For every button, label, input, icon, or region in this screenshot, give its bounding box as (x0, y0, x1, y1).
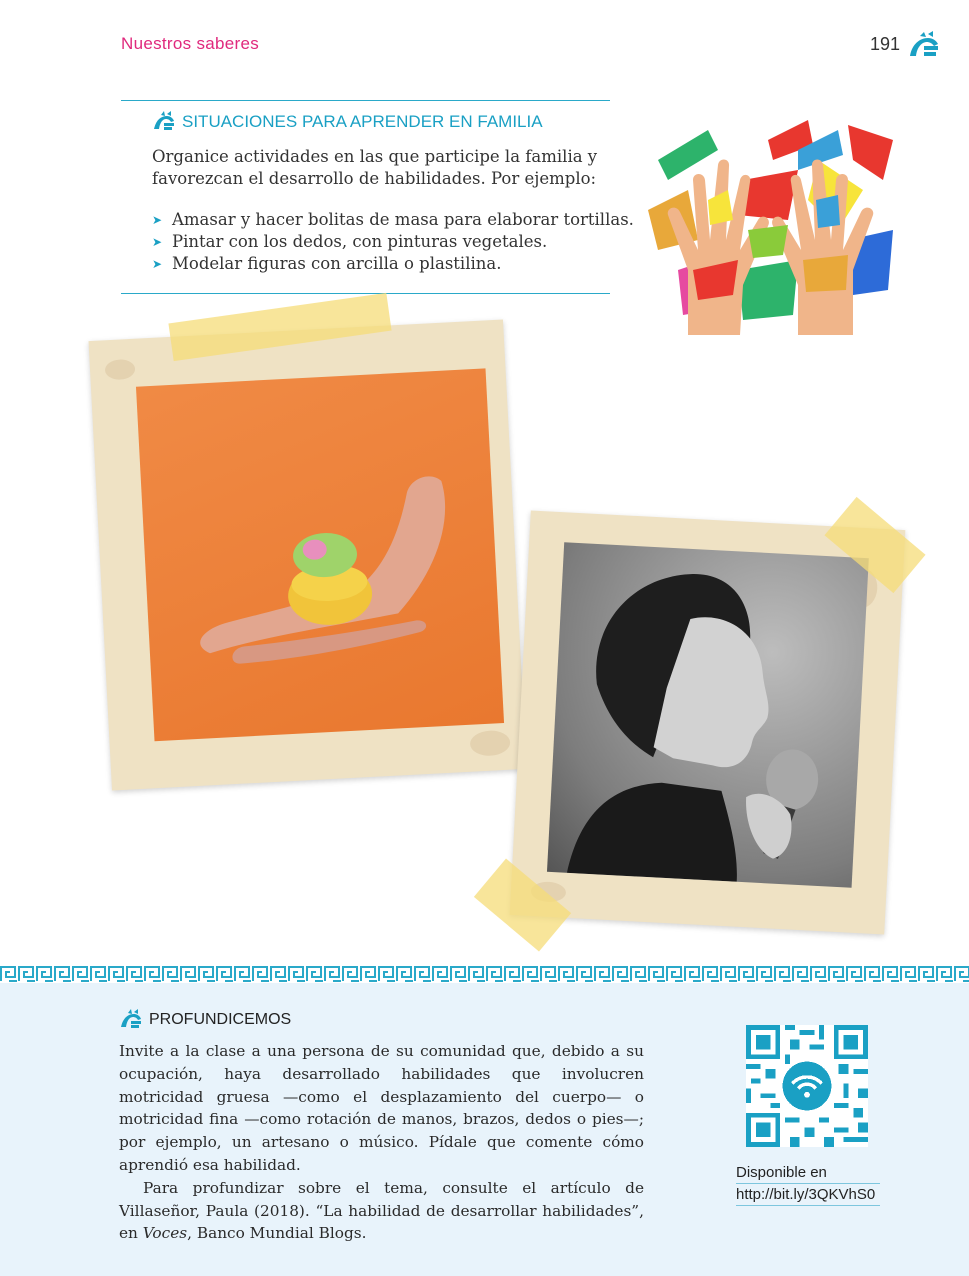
bullet-arrow-icon: ➤ (152, 257, 163, 271)
bullet-arrow-icon: ➤ (152, 235, 163, 249)
paragraph: Para profundizar sobre el tema, consulte… (119, 1177, 644, 1245)
glyph-icon (910, 31, 938, 56)
bullet-arrow-icon: ➤ (152, 213, 163, 227)
activity-list: ➤ Amasar y hacer bolitas de masa para ela… (152, 209, 634, 275)
list-item: ➤ Amasar y hacer bolitas de masa para ela… (152, 209, 634, 231)
available-label: Disponible en (736, 1162, 880, 1184)
availability-block: Disponible en http://bit.ly/3QKVhS0 (736, 1162, 880, 1206)
page-number: 191 (870, 34, 901, 54)
paragraph-text: , Banco Mundial Blogs. (187, 1224, 367, 1243)
family-box-heading-text: SITUACIONES PARA APRENDER EN FAMILIA (182, 112, 543, 131)
paragraph: Invite a la clase a una persona de su co… (119, 1042, 644, 1174)
top-rule (121, 100, 610, 101)
girl-with-microphone-image (566, 574, 819, 882)
list-item-text: Amasar y hacer bolitas de masa para elab… (172, 210, 634, 229)
painted-hands-illustration (648, 120, 893, 335)
glyph-icon (154, 111, 174, 130)
hand-with-dough-image (200, 476, 446, 664)
list-item: ➤ Modelar figuras con arcilla o plastilin… (152, 253, 634, 275)
section-title: Nuestros saberes (121, 34, 260, 53)
photo-frame (509, 510, 906, 935)
girl-with-microphone-photo (546, 542, 869, 888)
intro-line: Organice actividades en las que particip… (152, 147, 598, 166)
profundicemos-body: Invite a la clase a una persona de su co… (119, 1040, 644, 1245)
profundicemos-heading: PROFUNDICEMOS (119, 1009, 291, 1031)
frame-stain (104, 358, 136, 381)
publication-name: Voces (142, 1224, 188, 1243)
glyph-icon (121, 1009, 141, 1028)
qr-code-icon[interactable] (746, 1025, 868, 1147)
bottom-rule (121, 293, 610, 294)
family-box-heading: SITUACIONES PARA APRENDER EN FAMILIA (152, 111, 543, 133)
list-item-text: Modelar figuras con arcilla o plastilina… (172, 254, 502, 273)
family-box-intro: Organice actividades en las que particip… (152, 146, 622, 190)
profundicemos-heading-text: PROFUNDICEMOS (149, 1011, 292, 1028)
intro-line: favorezcan el desarrollo de habilidades.… (152, 169, 597, 188)
list-item-text: Pintar con los dedos, con pinturas veget… (172, 232, 548, 251)
greek-meander-border (0, 965, 969, 983)
url-link[interactable]: http://bit.ly/3QKVhS0 (736, 1184, 880, 1206)
photo-frame (88, 319, 527, 791)
list-item: ➤ Pintar con los dedos, con pinturas vege… (152, 231, 634, 253)
hand-with-dough-photo (135, 368, 505, 742)
frame-stain (469, 729, 511, 757)
